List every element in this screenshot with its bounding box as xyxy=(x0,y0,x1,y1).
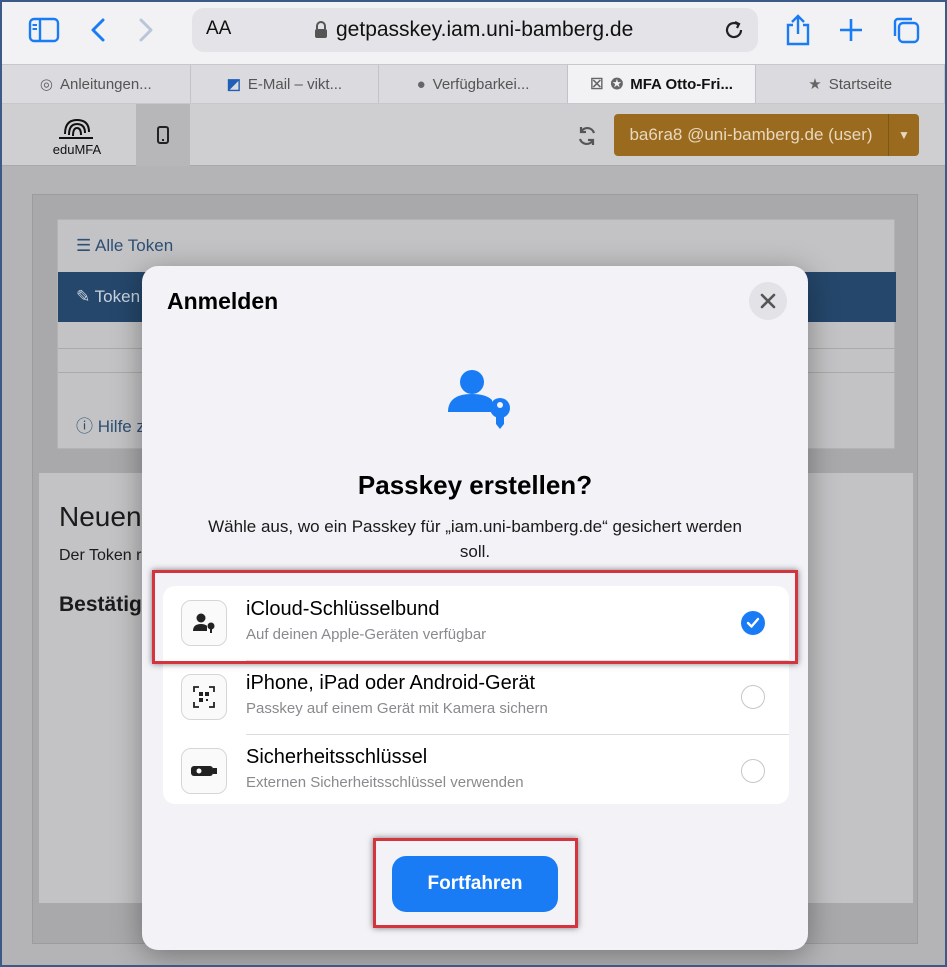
reader-aa-button[interactable]: AA xyxy=(206,18,231,40)
option-security-key[interactable]: Sicherheitsschlüssel Externen Sicherheit… xyxy=(163,734,789,808)
tab-bar: ◎ Anleitungen... ◩ E-Mail – vikt... ● Verfü… xyxy=(2,64,945,104)
back-icon[interactable] xyxy=(80,12,116,48)
mfa-icon: ✪ xyxy=(610,76,624,93)
tabs-overview-icon[interactable] xyxy=(888,12,924,48)
all-tokens-link[interactable]: ☰ Alle Token xyxy=(76,236,173,256)
close-button[interactable] xyxy=(749,282,787,320)
phone-icon xyxy=(157,126,169,144)
address-toolbar: AA getpasskey.iam.uni-bamberg.de xyxy=(2,2,945,64)
browser-window: AA getpasskey.iam.uni-bamberg.de ◎ Anleit… xyxy=(0,0,947,967)
tab-mfa[interactable]: ☒ ✪ MFA Otto-Fri... xyxy=(567,65,757,103)
option-subtitle: Externen Sicherheitsschlüssel verwenden xyxy=(246,774,524,791)
option-other-device[interactable]: iPhone, iPad oder Android-Gerät Passkey … xyxy=(163,660,789,734)
tab-anleitungen[interactable]: ◎ Anleitungen... xyxy=(2,65,191,103)
highlight-box-continue xyxy=(373,838,578,928)
edumfa-logo[interactable]: eduMFA xyxy=(42,114,112,162)
tab-startseite[interactable]: ★ Startseite xyxy=(756,65,945,103)
dialog-description: Wähle aus, wo ein Passkey für „iam.uni-b… xyxy=(208,517,742,561)
apple-icon: ● xyxy=(416,75,426,93)
option-subtitle: Passkey auf einem Gerät mit Kamera siche… xyxy=(246,700,548,717)
dialog-title: Anmelden xyxy=(167,288,279,314)
info-icon: ⓘ xyxy=(76,417,98,436)
app-header: eduMFA ba6ra8 @uni-bamberg.de (user) ▼ xyxy=(2,104,945,166)
edit-icon: ✎ xyxy=(76,287,95,306)
spiral-icon: ◎ xyxy=(39,76,53,93)
radio-unselected[interactable] xyxy=(741,685,765,709)
highlight-box-icloud xyxy=(152,570,798,664)
refresh-icon[interactable] xyxy=(575,124,599,148)
radio-unselected[interactable] xyxy=(741,759,765,783)
token-nav-button[interactable] xyxy=(136,104,190,166)
fingerprint-logo-icon xyxy=(59,118,93,139)
star-icon: ★ xyxy=(808,76,822,93)
url-text: getpasskey.iam.uni-bamberg.de xyxy=(336,18,634,41)
tab-verfuegbarkeit[interactable]: ● Verfügbarkei... xyxy=(379,65,568,103)
close-tab-icon[interactable]: ☒ xyxy=(590,75,603,93)
option-title: Sicherheitsschlüssel xyxy=(246,746,428,768)
dialog-heading: Passkey erstellen? xyxy=(357,470,593,500)
outlook-icon: ◩ xyxy=(226,76,241,93)
person-key-icon xyxy=(448,370,510,429)
lock-icon xyxy=(315,21,327,38)
qr-code-icon xyxy=(181,674,227,720)
user-menu-button[interactable]: ba6ra8 @uni-bamberg.de (user) xyxy=(614,114,888,156)
reload-icon[interactable] xyxy=(722,18,746,42)
tab-email[interactable]: ◩ E-Mail – vikt... xyxy=(191,65,380,103)
forward-icon[interactable] xyxy=(128,12,164,48)
sidebar-icon[interactable] xyxy=(26,12,62,48)
option-title: iPhone, iPad oder Android-Gerät xyxy=(246,672,536,694)
confirm-heading: Bestätig xyxy=(59,593,142,616)
new-tab-icon[interactable] xyxy=(833,12,869,48)
help-link[interactable]: ⓘ Hilfe z xyxy=(76,412,145,437)
chevron-down-icon[interactable]: ▼ xyxy=(888,114,919,156)
list-icon: ☰ xyxy=(76,236,96,255)
close-icon xyxy=(760,293,776,309)
security-key-icon xyxy=(181,748,227,794)
enroll-heading: Neuen xyxy=(59,501,142,532)
share-icon[interactable] xyxy=(780,12,816,48)
enroll-text: Der Token r xyxy=(59,547,142,564)
url-bar[interactable]: AA getpasskey.iam.uni-bamberg.de xyxy=(192,8,758,52)
